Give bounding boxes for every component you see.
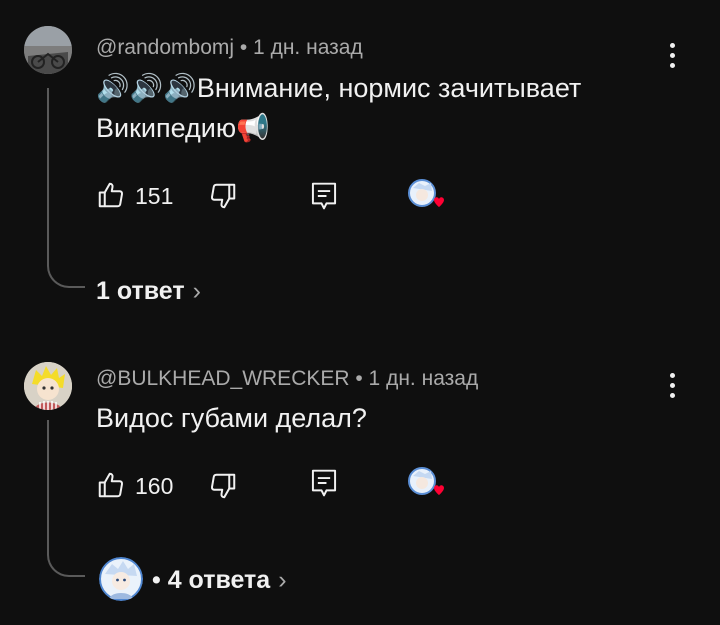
comment-author-meta[interactable]: @randombomj • 1 дн. назад [96, 36, 363, 60]
creator-heart-icon [407, 178, 444, 214]
avatar[interactable] [24, 362, 72, 410]
like-count: 151 [135, 183, 174, 209]
creator-reply-avatar [99, 557, 143, 601]
reply-comment-icon[interactable] [309, 467, 339, 504]
view-replies-link[interactable]: • 4 ответа › [152, 566, 287, 595]
reply-comment-icon[interactable] [309, 180, 339, 217]
comment-author-meta[interactable]: @BULKHEAD_WRECKER • 1 дн. назад [96, 367, 478, 391]
chevron-right-icon: › [278, 566, 287, 594]
comment-text-line: Википедию📢 [96, 113, 270, 143]
thumbs-down-icon[interactable] [208, 181, 238, 216]
like-count: 160 [135, 473, 174, 499]
thread-line [47, 420, 85, 577]
thumbs-up-icon[interactable] [96, 180, 126, 215]
replies-label: 1 ответ [96, 277, 185, 305]
comments-panel: @randombomj • 1 дн. назад 🔊🔊🔊Внимание, н… [0, 0, 720, 625]
comment-text: Видос губами делал? [96, 398, 656, 438]
more-vertical-icon[interactable] [660, 40, 684, 70]
thumbs-up-icon[interactable] [96, 470, 126, 505]
avatar[interactable] [24, 26, 72, 74]
comment-text-line: 🔊🔊🔊Внимание, нормис зачитывает [96, 73, 582, 103]
view-replies-link[interactable]: 1 ответ › [96, 277, 201, 306]
creator-heart-icon [407, 466, 444, 502]
thumbs-down-icon[interactable] [208, 471, 238, 506]
chevron-right-icon: › [192, 277, 201, 305]
comment-text-line: Видос губами делал? [96, 403, 367, 433]
thread-line [47, 88, 85, 288]
comment-text: 🔊🔊🔊Внимание, нормис зачитывает Википедию… [96, 68, 656, 148]
replies-label: • 4 ответа [152, 566, 271, 594]
more-vertical-icon[interactable] [660, 370, 684, 400]
